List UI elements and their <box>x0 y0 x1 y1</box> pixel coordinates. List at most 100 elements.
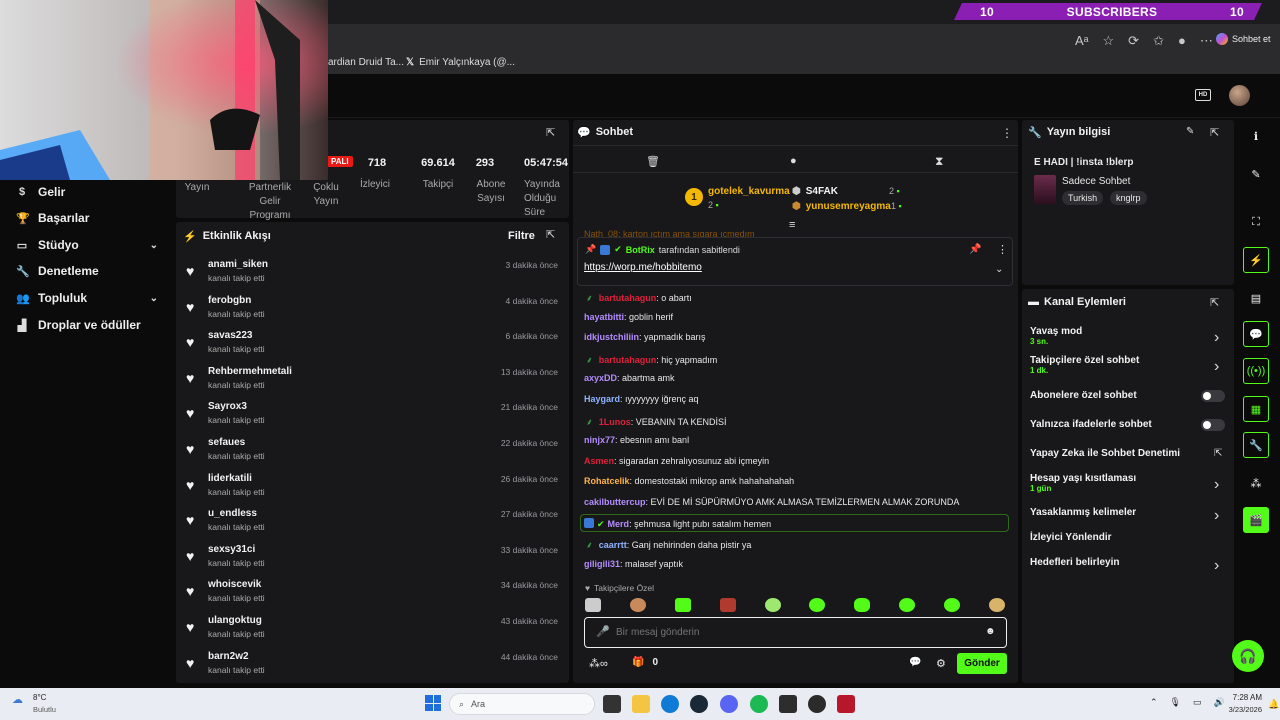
spotify-icon[interactable] <box>750 695 768 713</box>
support-headset-icon[interactable]: 🎧 <box>1232 640 1264 672</box>
chevron-up-icon[interactable]: ⌃ <box>1150 697 1158 708</box>
emote-icon[interactable] <box>988 598 1005 612</box>
profile-icon[interactable]: ● <box>1178 33 1186 49</box>
copilot-button[interactable]: Sohbet et <box>1216 33 1271 45</box>
emote-icon[interactable] <box>854 598 871 612</box>
feed-item[interactable]: ♥ sefaues kanalı takip etti 22 dakika önce <box>186 437 558 472</box>
gear-icon[interactable]: ⚙ <box>936 657 946 670</box>
microphone-icon[interactable]: 🎙 <box>1170 697 1181 708</box>
leaderboard-row[interactable]: ⬢ yunusemreyagma <box>792 201 891 212</box>
feed-username[interactable]: savas223 <box>208 330 253 341</box>
rewards-indicator[interactable]: 🎁 0 <box>632 657 658 668</box>
chat-username[interactable]: hayatbitti <box>584 312 624 322</box>
task-view-icon[interactable] <box>603 695 621 713</box>
feed-item[interactable]: ♥ liderkatili kanalı takip etti 26 dakika ö… <box>186 473 558 508</box>
info-icon[interactable]: ℹ <box>1243 123 1269 149</box>
popout-icon[interactable]: ⇱ <box>1210 126 1219 139</box>
hd-quality-icon[interactable]: HD <box>1195 89 1211 101</box>
chat-icon[interactable]: 💬 <box>1243 321 1269 347</box>
extension-icon[interactable]: ⟳ <box>1128 33 1139 49</box>
feed-username[interactable]: sefaues <box>208 437 245 448</box>
steam-icon[interactable] <box>690 695 708 713</box>
emote-icon[interactable] <box>944 598 960 612</box>
chat-menu-icon[interactable]: ⋮ <box>1001 126 1013 140</box>
display-icon[interactable]: ▭ <box>1193 697 1202 708</box>
favorite-star-icon[interactable]: ☆ <box>1103 33 1115 49</box>
feed-item[interactable]: ♥ u_endless kanalı takip etti 27 dakika önc… <box>186 508 558 543</box>
nav-item-gelir[interactable]: $ Gelir <box>16 185 166 199</box>
clapperboard-icon[interactable]: 🎬 <box>1243 507 1269 533</box>
notification-bell-icon[interactable]: 🔔 <box>1268 699 1279 710</box>
terminal-icon[interactable] <box>779 695 797 713</box>
tag-chip[interactable]: Turkish <box>1062 191 1104 205</box>
category-name[interactable]: Sadece Sohbet <box>1062 176 1130 187</box>
chat-mode-icon[interactable]: ● <box>790 155 797 167</box>
nav-item-studyo[interactable]: ▭ Stüdyo ⌄ <box>16 238 166 252</box>
document-icon[interactable]: ▤ <box>1243 285 1269 311</box>
microphone-icon[interactable]: 🎤 <box>596 625 610 638</box>
channel-points-icon[interactable]: ⁂∞ <box>589 657 608 670</box>
windows-start-icon[interactable] <box>425 695 441 711</box>
chat-username[interactable]: bartutahagun <box>599 293 657 303</box>
chevron-right-icon[interactable]: › <box>1214 476 1219 494</box>
feed-username[interactable]: Sayrox3 <box>208 401 247 412</box>
feed-username[interactable]: liderkatili <box>208 473 252 484</box>
bookmark-item[interactable]: ardian Druid Ta... <box>328 57 404 68</box>
leaderboard-user[interactable]: gotelek_kavurma <box>708 186 790 197</box>
edit-pencil-icon[interactable]: ✎ <box>1186 126 1194 137</box>
chat-username[interactable]: ninjx77 <box>584 435 615 445</box>
pinned-link[interactable]: https://worp.me/hobbitemo <box>584 262 702 273</box>
channel-action-item[interactable]: Yasaklanmış kelimeler <box>1030 507 1136 518</box>
chat-username[interactable]: Haygard <box>584 394 620 404</box>
chat-username[interactable]: bartutahagun <box>599 355 657 365</box>
channel-action-item[interactable]: Hesap yaşı kısıtlaması 1 gün <box>1030 473 1136 493</box>
chat-username[interactable]: 1Lunos <box>599 417 631 427</box>
bookmark-item[interactable]: 𝕏 Emir Yalçınkaya (@... <box>406 57 515 68</box>
toggle-switch[interactable] <box>1201 390 1225 402</box>
trash-icon[interactable]: 🗑 <box>646 155 660 168</box>
wrench-icon[interactable]: 🔧 <box>1243 432 1269 458</box>
feed-item[interactable]: ♥ ulangoktug kanalı takip etti 43 dakika ön… <box>186 615 558 650</box>
taskbar-search[interactable]: ⌕ Ara <box>449 693 595 715</box>
unpin-icon[interactable]: 📌 <box>969 244 981 255</box>
feed-item[interactable]: ♥ savas223 kanalı takip etti 6 dakika önce <box>186 330 558 365</box>
feed-item[interactable]: ♥ barn2w2 kanalı takip etti 44 dakika önce <box>186 651 558 686</box>
file-explorer-icon[interactable] <box>632 695 650 713</box>
pinned-menu-icon[interactable]: ⋮ <box>997 243 1008 256</box>
emote-icon[interactable] <box>629 598 646 612</box>
feed-username[interactable]: u_endless <box>208 508 257 519</box>
lightning-icon[interactable]: ⚡ <box>1243 247 1269 273</box>
chevron-right-icon[interactable]: › <box>1214 557 1219 575</box>
feed-username[interactable]: anami_siken <box>208 259 268 270</box>
nav-item-basarilar[interactable]: 🏆 Başarılar <box>16 211 166 225</box>
emote-icon[interactable] <box>809 598 826 612</box>
layout-icon[interactable]: ▦ <box>1243 396 1269 422</box>
leaderboard-row[interactable]: ⬢ S4FAK <box>792 186 838 197</box>
read-aloud-icon[interactable]: Aᵃ <box>1075 33 1089 49</box>
send-button[interactable]: Gönder <box>957 653 1007 674</box>
external-link-icon[interactable]: ⇱ <box>1214 448 1222 459</box>
chat-username[interactable]: giligili31 <box>584 559 620 569</box>
feed-username[interactable]: sexsy31ci <box>208 544 255 555</box>
category-thumbnail[interactable] <box>1034 175 1056 204</box>
app-icon[interactable] <box>837 695 855 713</box>
channel-action-item[interactable]: Hedefleri belirleyin <box>1030 557 1119 568</box>
chevron-right-icon[interactable]: › <box>1214 358 1219 376</box>
chevron-down-icon[interactable]: ⌄ <box>995 264 1003 275</box>
user-avatar[interactable] <box>1229 85 1250 106</box>
feed-item[interactable]: ♥ ferobgbn kanalı takip etti 4 dakika önce <box>186 295 558 330</box>
hourglass-icon[interactable]: ⧗ <box>935 154 943 169</box>
chat-username[interactable]: Asmen <box>584 456 614 466</box>
emote-icon[interactable] <box>764 598 781 612</box>
crop-icon[interactable]: ⛶ <box>1243 209 1269 235</box>
feed-username[interactable]: barn2w2 <box>208 651 249 662</box>
weather-temp[interactable]: 8°C <box>33 693 46 702</box>
popout-icon[interactable]: ⇱ <box>546 126 555 139</box>
channel-action-item[interactable]: Abonelere özel sohbet <box>1030 390 1137 401</box>
emote-icon[interactable] <box>674 598 691 612</box>
chat-input[interactable] <box>616 622 966 643</box>
toggle-switch[interactable] <box>1201 419 1225 431</box>
clock-date[interactable]: 3/23/2026 <box>1222 705 1262 714</box>
emote-icon[interactable] <box>719 598 736 612</box>
nav-item-droplar[interactable]: ▟ Droplar ve ödüller <box>16 318 166 332</box>
